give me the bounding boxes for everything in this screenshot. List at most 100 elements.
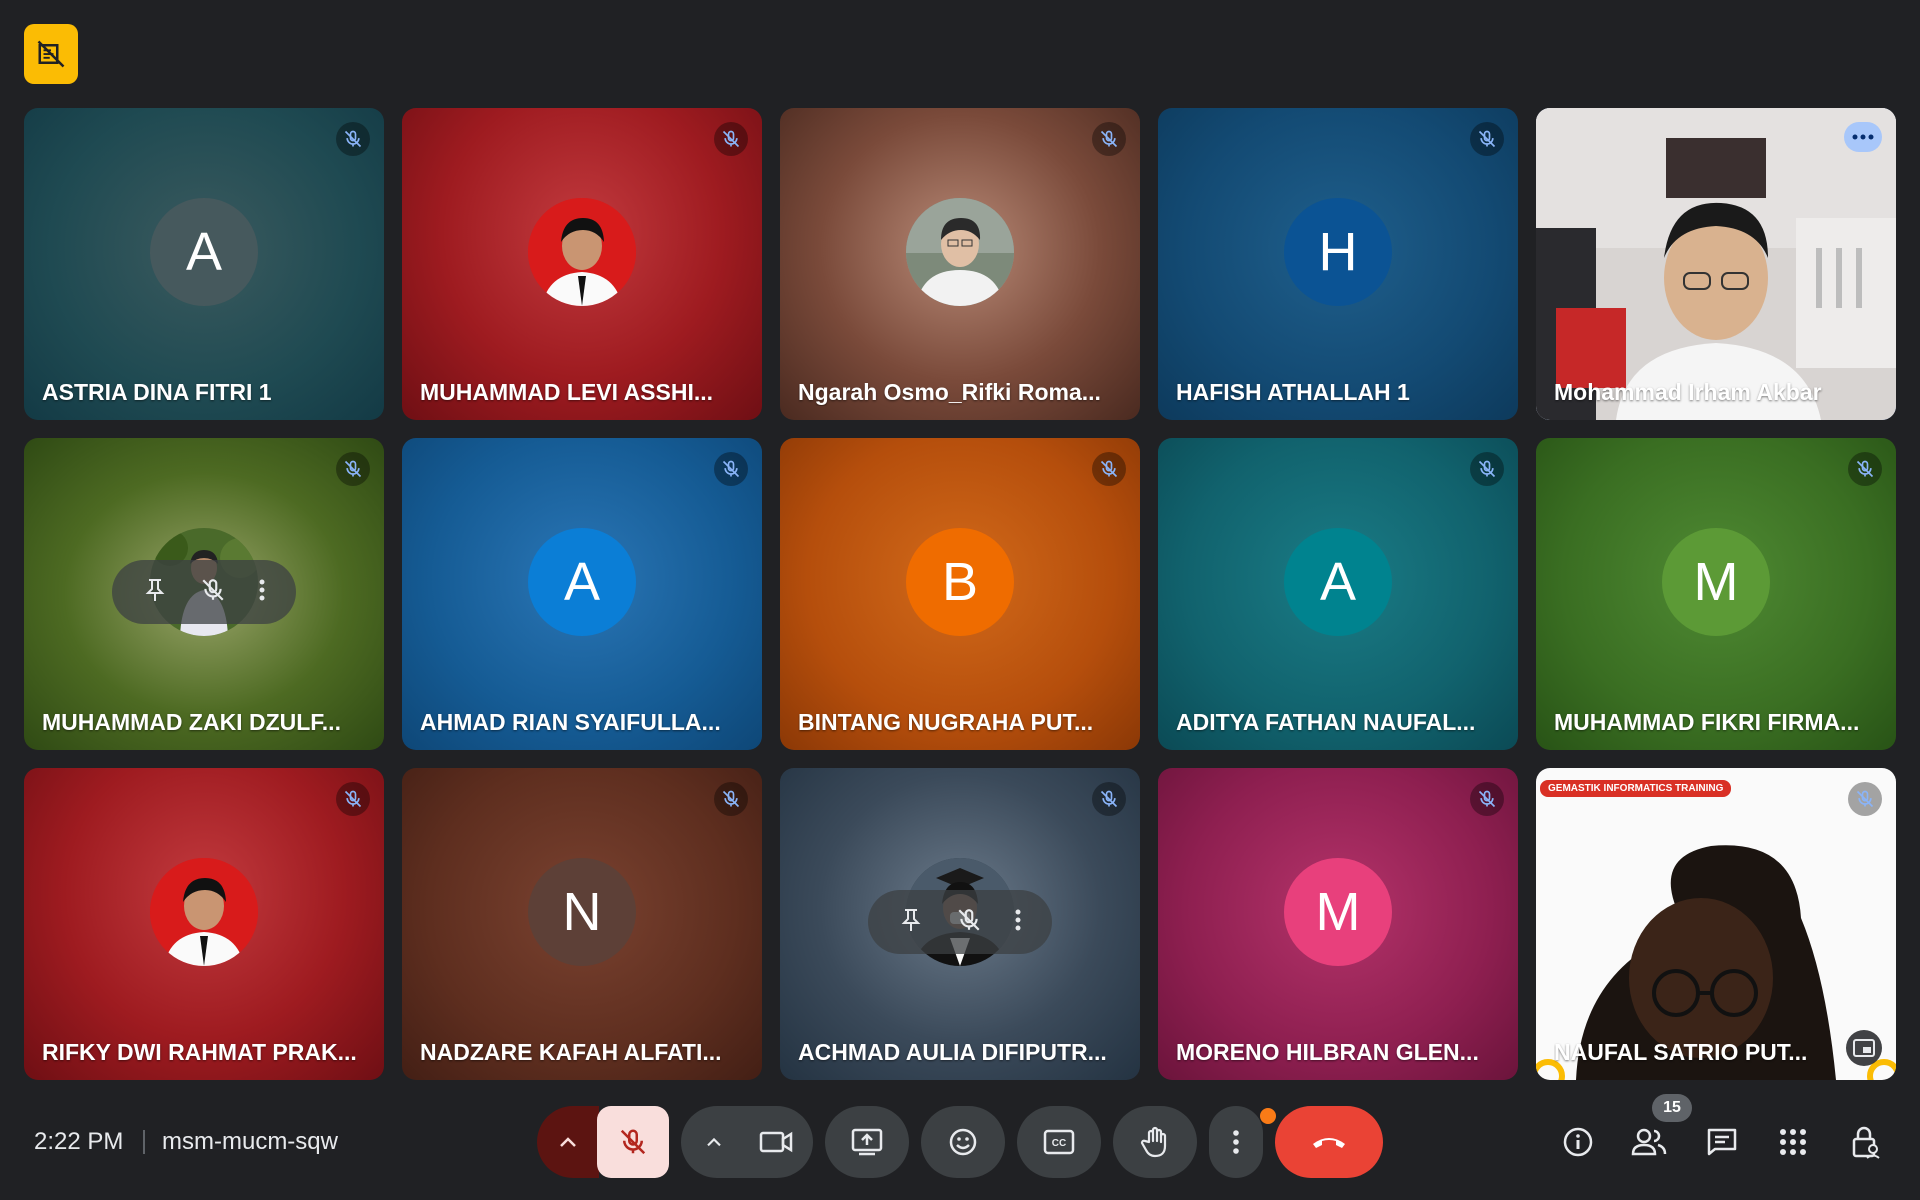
- emoji-icon: [949, 1128, 977, 1156]
- participant-tile[interactable]: MUHAMMAD LEVI ASSHI...: [402, 108, 762, 420]
- participant-tile-video[interactable]: Mohammad Irham Akbar: [1536, 108, 1896, 420]
- mic-off-icon: [336, 122, 370, 156]
- meeting-controls-bar: 2:22 PM msm-mucm-sqw CC 15: [0, 1080, 1920, 1200]
- chat-button[interactable]: [1700, 1120, 1744, 1164]
- host-controls-button[interactable]: [1844, 1120, 1888, 1164]
- participant-name: MUHAMMAD FIKRI FIRMA...: [1554, 709, 1860, 735]
- participant-tile[interactable]: H HAFISH ATHALLAH 1: [1158, 108, 1518, 420]
- audio-options-button[interactable]: [537, 1106, 599, 1178]
- mic-off-icon: [1092, 452, 1126, 486]
- activities-button[interactable]: [1771, 1120, 1815, 1164]
- mic-off-icon: [1848, 452, 1882, 486]
- participant-name: RIFKY DWI RAHMAT PRAK...: [42, 1039, 357, 1065]
- mic-off-icon: [1092, 122, 1126, 156]
- participant-tile[interactable]: A ADITYA FATHAN NAUFAL...: [1158, 438, 1518, 750]
- more-options-icon[interactable]: [1844, 122, 1882, 152]
- participant-tile[interactable]: M MUHAMMAD FIKRI FIRMA...: [1536, 438, 1896, 750]
- participant-name: MUHAMMAD ZAKI DZULF...: [42, 709, 341, 735]
- no-camera-icon: [37, 40, 65, 68]
- apps-grid-icon: [1780, 1129, 1806, 1155]
- hand-icon: [1140, 1126, 1167, 1158]
- video-banner: GEMASTIK INFORMATICS TRAINING: [1540, 780, 1732, 797]
- info-icon: [1563, 1127, 1593, 1157]
- mic-off-icon: [1470, 122, 1504, 156]
- participant-tile[interactable]: A ASTRIA DINA FITRI 1: [24, 108, 384, 420]
- raise-hand-button[interactable]: [1113, 1106, 1197, 1178]
- more-vert-icon[interactable]: [259, 578, 265, 607]
- participant-tile[interactable]: A AHMAD RIAN SYAIFULLA...: [402, 438, 762, 750]
- more-vert-icon: [1233, 1130, 1239, 1154]
- present-screen-button[interactable]: [825, 1106, 909, 1178]
- avatar: [150, 858, 258, 966]
- mic-off-icon: [714, 782, 748, 816]
- participant-tile[interactable]: B BINTANG NUGRAHA PUT...: [780, 438, 1140, 750]
- participant-name: NADZARE KAFAH ALFATI...: [420, 1039, 722, 1065]
- avatar: A: [528, 528, 636, 636]
- present-screen-icon: [851, 1128, 883, 1156]
- participant-tile-video[interactable]: GEMASTIK INFORMATICS TRAINING NAUFAL SAT…: [1536, 768, 1896, 1080]
- avatar: N: [528, 858, 636, 966]
- participant-name: BINTANG NUGRAHA PUT...: [798, 709, 1094, 735]
- mic-off-icon: [714, 122, 748, 156]
- meeting-details-button[interactable]: [1556, 1120, 1600, 1164]
- mic-off-icon: [1470, 782, 1504, 816]
- tile-hover-controls: [112, 560, 296, 624]
- camera-video: [1536, 768, 1896, 1080]
- participant-tile[interactable]: N NADZARE KAFAH ALFATI...: [402, 768, 762, 1080]
- avatar: M: [1662, 528, 1770, 636]
- participant-tile[interactable]: MUHAMMAD ZAKI DZULF...: [24, 438, 384, 750]
- avatar: A: [150, 198, 258, 306]
- participant-name: ADITYA FATHAN NAUFAL...: [1176, 709, 1476, 735]
- chevron-up-icon: [560, 1137, 576, 1147]
- mic-off-icon: [620, 1129, 646, 1155]
- mic-off-icon: [336, 452, 370, 486]
- mic-toggle-button[interactable]: [597, 1106, 669, 1178]
- divider: [143, 1130, 145, 1154]
- leave-call-button[interactable]: [1275, 1106, 1383, 1178]
- mic-off-icon: [336, 782, 370, 816]
- people-count-badge: 15: [1652, 1094, 1692, 1122]
- tile-hover-controls: [868, 890, 1052, 954]
- reactions-button[interactable]: [921, 1106, 1005, 1178]
- notification-dot: [1260, 1108, 1276, 1124]
- video-options-button[interactable]: [681, 1106, 813, 1178]
- presentation-off-badge[interactable]: [24, 24, 78, 84]
- participant-name: HAFISH ATHALLAH 1: [1176, 379, 1410, 405]
- avatar: [528, 198, 636, 306]
- participant-grid: A ASTRIA DINA FITRI 1 MUHAMMAD LEVI ASSH…: [24, 108, 1896, 1080]
- meeting-code[interactable]: msm-mucm-sqw: [162, 1128, 338, 1156]
- chevron-up-icon: [707, 1137, 721, 1147]
- pin-icon[interactable]: [143, 577, 167, 608]
- camera-video: [1536, 108, 1896, 420]
- mute-participant-icon[interactable]: [200, 577, 226, 608]
- participant-tile[interactable]: ACHMAD AULIA DIFIPUTR...: [780, 768, 1140, 1080]
- avatar: H: [1284, 198, 1392, 306]
- participant-name: Mohammad Irham Akbar: [1554, 379, 1822, 405]
- participant-name: AHMAD RIAN SYAIFULLA...: [420, 709, 721, 735]
- people-button[interactable]: [1627, 1120, 1671, 1164]
- avatar: A: [1284, 528, 1392, 636]
- avatar: [906, 198, 1014, 306]
- pin-icon[interactable]: [899, 907, 923, 938]
- participant-name: MORENO HILBRAN GLEN...: [1176, 1039, 1479, 1065]
- chat-icon: [1707, 1128, 1737, 1156]
- mute-participant-icon[interactable]: [956, 907, 982, 938]
- participant-name: Ngarah Osmo_Rifki Roma...: [798, 379, 1101, 405]
- avatar: M: [1284, 858, 1392, 966]
- captions-button[interactable]: CC: [1017, 1106, 1101, 1178]
- mic-off-icon: [1092, 782, 1126, 816]
- camera-icon: [759, 1131, 793, 1153]
- meeting-time: 2:22 PM: [34, 1128, 124, 1155]
- participant-name: ASTRIA DINA FITRI 1: [42, 379, 272, 405]
- more-vert-icon[interactable]: [1015, 908, 1021, 937]
- participant-tile[interactable]: Ngarah Osmo_Rifki Roma...: [780, 108, 1140, 420]
- mic-off-icon: [1848, 782, 1882, 816]
- mic-off-icon: [1470, 452, 1504, 486]
- participant-tile[interactable]: RIFKY DWI RAHMAT PRAK...: [24, 768, 384, 1080]
- participant-tile[interactable]: M MORENO HILBRAN GLEN...: [1158, 768, 1518, 1080]
- participant-name: MUHAMMAD LEVI ASSHI...: [420, 379, 714, 405]
- more-options-button[interactable]: [1209, 1106, 1263, 1178]
- mic-off-icon: [714, 452, 748, 486]
- end-call-icon: [1313, 1138, 1345, 1148]
- avatar: B: [906, 528, 1014, 636]
